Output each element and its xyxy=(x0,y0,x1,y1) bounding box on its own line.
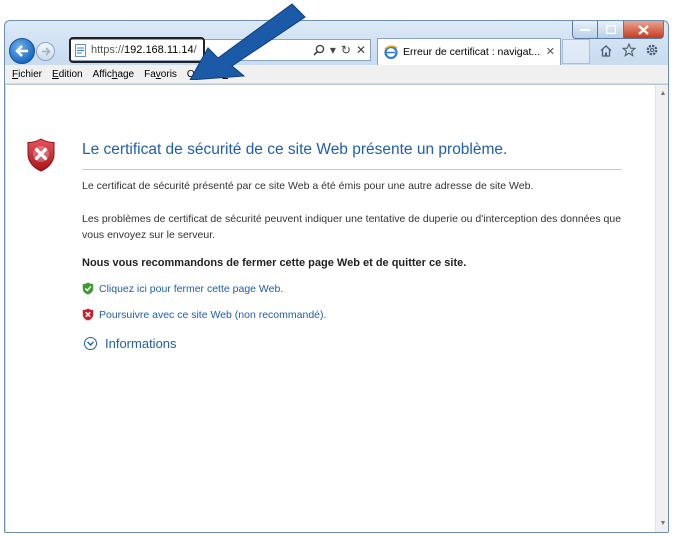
green-shield-icon xyxy=(82,282,94,295)
browser-window: https://192.168.11.14/ ▾ ↻ ✕ Erreur de c… xyxy=(4,20,669,533)
back-button[interactable] xyxy=(9,38,35,64)
stop-icon[interactable]: ✕ xyxy=(356,43,366,57)
minimize-icon xyxy=(580,28,590,31)
informations-label: Informations xyxy=(105,336,177,351)
menu-affichage[interactable]: Affichage xyxy=(88,69,140,80)
informations-toggle[interactable]: Informations xyxy=(84,336,177,351)
close-icon xyxy=(638,24,649,35)
menu-edition[interactable]: Edition xyxy=(47,69,88,80)
new-tab-button[interactable] xyxy=(562,39,590,64)
menu-favoris[interactable]: Favoris xyxy=(139,69,182,80)
error-shield-icon xyxy=(27,138,55,172)
error-description: Le certificat de sécurité présenté par c… xyxy=(82,180,534,192)
favorites-star-icon[interactable] xyxy=(621,42,637,58)
ie-icon xyxy=(384,45,398,59)
menu-bar: Fichier Edition Affichage Favoris Outils… xyxy=(5,65,668,84)
toolbar-icons xyxy=(598,42,660,58)
search-icon[interactable] xyxy=(313,44,325,56)
page-title: Le certificat de sécurité de ce site Web… xyxy=(82,141,508,158)
url-highlight-box xyxy=(69,37,205,63)
menu-outils[interactable]: Outils xyxy=(182,69,218,80)
continue-site-link-text[interactable]: Poursuivre avec ce site Web (non recomma… xyxy=(99,309,326,321)
scroll-down-icon[interactable]: ▼ xyxy=(656,517,668,531)
recommendation-text: Nous vous recommandons de fermer cette p… xyxy=(82,257,467,269)
close-page-link-text[interactable]: Cliquez ici pour fermer cette page Web. xyxy=(99,283,283,295)
scroll-up-icon[interactable]: ▲ xyxy=(656,87,668,101)
continue-site-link[interactable]: Poursuivre avec ce site Web (non recomma… xyxy=(82,308,326,321)
forward-button[interactable] xyxy=(36,42,55,61)
title-divider xyxy=(82,169,622,170)
tab-close-icon[interactable]: ✕ xyxy=(546,45,555,58)
menu-fichier[interactable]: Fichier xyxy=(7,69,47,80)
tab-certificate-error[interactable]: Erreur de certificat : navigat... ✕ xyxy=(377,38,561,65)
red-shield-icon xyxy=(82,308,94,321)
refresh-icon[interactable]: ↻ xyxy=(341,43,351,57)
address-tools: ▾ ↻ ✕ xyxy=(313,40,366,60)
menu-help[interactable]: ? xyxy=(218,69,234,80)
vertical-scrollbar[interactable]: ▲ ▼ xyxy=(655,85,668,532)
expand-chevron-icon xyxy=(84,337,97,350)
gear-icon[interactable] xyxy=(644,42,660,58)
dropdown-arrow-icon[interactable]: ▾ xyxy=(330,43,336,57)
maximize-icon xyxy=(605,25,616,34)
back-arrow-icon xyxy=(15,45,28,57)
error-warning: Les problèmes de certificat de sécurité … xyxy=(82,213,622,241)
home-icon[interactable] xyxy=(598,42,614,58)
close-page-link[interactable]: Cliquez ici pour fermer cette page Web. xyxy=(82,282,283,295)
forward-arrow-icon xyxy=(41,47,51,56)
tab-title: Erreur de certificat : navigat... xyxy=(403,46,541,58)
page-content: Le certificat de sécurité de ce site Web… xyxy=(6,84,668,532)
navigation-bar: https://192.168.11.14/ ▾ ↻ ✕ Erreur de c… xyxy=(5,35,668,65)
